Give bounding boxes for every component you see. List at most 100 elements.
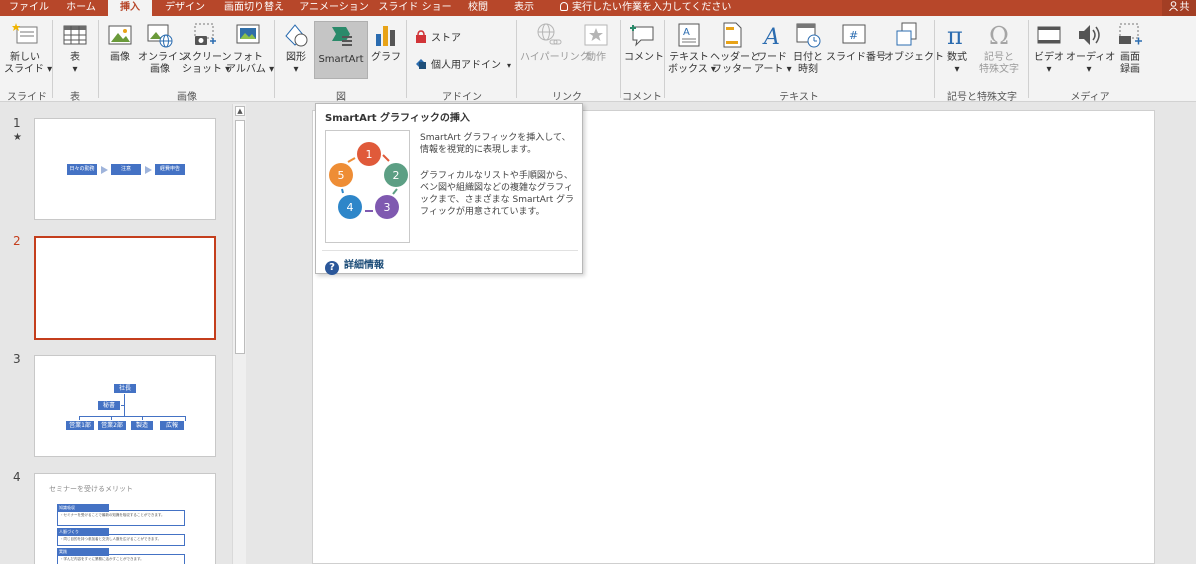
table-dropdown: ▾ [72, 64, 78, 75]
slide-thumbnail-1[interactable]: 日々の勤務 注意 経費申告 [34, 118, 216, 220]
share-button[interactable]: 共 [1162, 0, 1196, 16]
object-button[interactable]: オブジェクト [884, 20, 944, 64]
equation-button[interactable]: π 数式 ▾ [940, 20, 974, 76]
audio-label: オーディオ [1066, 52, 1116, 63]
online-pictures-label-1: オンライン [138, 52, 188, 63]
header-footer-label-1: ヘッダーと [710, 52, 760, 63]
audio-button[interactable]: オーディオ ▾ [1066, 20, 1116, 76]
group-separator [664, 20, 665, 98]
photo-album-label-1: フォト [233, 52, 263, 63]
hyperlink-button[interactable]: ハイパーリンク [520, 20, 590, 64]
textbox-icon: A [678, 23, 700, 47]
datetime-label-1: 日付と [793, 52, 823, 63]
pi-icon: π [947, 22, 963, 50]
pictures-button[interactable]: 画像 [104, 20, 136, 64]
thumbnail-scrollbar[interactable]: ▲ [232, 104, 246, 564]
store-icon [416, 30, 426, 43]
org-node-assistant: 秘書 [97, 400, 121, 411]
cycle-label-4: 4 [347, 201, 354, 214]
screen-recording-button[interactable]: 画面 録画 [1114, 20, 1146, 76]
chevron-down-icon: ▾ [507, 61, 512, 70]
smartart-button[interactable]: SmartArt [314, 21, 368, 79]
process-step-3: 経費申告 [155, 164, 185, 175]
scroll-up-arrow-icon[interactable]: ▲ [235, 106, 245, 116]
group-separator [1028, 20, 1029, 98]
tab-slideshow[interactable]: スライド ショー [376, 0, 454, 16]
wordart-label-1: ワード [757, 52, 787, 63]
comment-button[interactable]: コメント [624, 20, 664, 64]
hyperlink-label: ハイパーリンク [520, 52, 590, 63]
tab-insert[interactable]: 挿入 [108, 0, 152, 16]
wordart-icon: A [762, 25, 780, 50]
photo-album-button[interactable]: フォト アルバム ▾ [226, 20, 274, 76]
new-slide-button[interactable]: 新しい スライド ▾ [4, 20, 52, 76]
action-star-icon [584, 24, 608, 46]
textbox-button[interactable]: A テキスト ボックス ▾ [668, 20, 716, 76]
symbol-button[interactable]: Ω 記号と 特殊文字 [976, 20, 1022, 76]
ribbon-tab-bar: ファイル ホーム 挿入 デザイン 画面切り替え アニメーション スライド ショー… [0, 0, 1196, 16]
screenshot-label-2: ショット ▾ [182, 64, 231, 75]
datetime-button[interactable]: 日付と 時刻 [792, 20, 824, 76]
person-icon [1168, 1, 1178, 11]
datetime-label-2: 時刻 [798, 64, 818, 75]
tab-animations[interactable]: アニメーション [296, 0, 372, 16]
animation-star-icon: ★ [13, 132, 22, 143]
action-label: 動作 [586, 52, 606, 63]
slide-number-icon: # [842, 24, 866, 44]
svg-text:#: # [849, 29, 858, 42]
store-label: ストア [431, 33, 461, 44]
tell-me-box[interactable]: 実行したい作業を入力してください [560, 0, 731, 16]
tab-transitions[interactable]: 画面切り替え [216, 0, 292, 16]
my-addins-button[interactable]: 個人用アドイン ▾ [414, 57, 511, 75]
picture-icon [108, 25, 132, 45]
slide-thumbnail-2-selected[interactable] [34, 236, 216, 340]
smartart-icon [332, 27, 352, 46]
slide-number-label: スライド番号 [826, 52, 886, 63]
equation-dropdown: ▾ [954, 64, 960, 75]
tab-review[interactable]: 校閲 [458, 0, 498, 16]
tab-design[interactable]: デザイン [156, 0, 214, 16]
cycle-label-1: 1 [366, 148, 373, 161]
slide-thumbnail-3[interactable]: 社長 秘書 営業1部 営業2部 製造 広報 [34, 355, 216, 457]
org-node: 営業2部 [97, 420, 127, 431]
tell-me-more-link[interactable]: ? 詳細情報 [325, 256, 384, 275]
tab-home[interactable]: ホーム [56, 0, 106, 16]
tooltip-divider [322, 250, 578, 251]
chart-icon [376, 26, 395, 46]
shapes-button[interactable]: 図形 ▾ [280, 20, 312, 76]
screen-recording-icon [1119, 23, 1142, 45]
slide-number-1: 1 [13, 116, 21, 130]
slide4-item-body: ・セミナーを受けることで最新の知識を吸収することができます。 [57, 510, 185, 526]
share-label: 共 [1179, 2, 1190, 13]
pictures-label: 画像 [110, 52, 130, 63]
video-button[interactable]: ビデオ ▾ [1034, 20, 1064, 76]
process-arrow [145, 166, 152, 174]
smartart-cycle-preview: 1 2 3 4 5 [325, 130, 410, 243]
group-separator [934, 20, 935, 98]
chart-label: グラフ [371, 52, 401, 63]
table-button[interactable]: 表 ▾ [58, 20, 92, 76]
slide-number-3: 3 [13, 352, 21, 366]
header-footer-button[interactable]: ヘッダーと フッター [710, 20, 760, 76]
slide-number-button[interactable]: # スライド番号 [826, 20, 886, 64]
process-arrow [101, 166, 108, 174]
scrollbar-thumb[interactable] [235, 120, 245, 354]
lightbulb-icon [560, 2, 568, 11]
svg-text:A: A [683, 27, 690, 38]
group-label-media: メディア [1070, 92, 1110, 103]
speaker-icon [1079, 25, 1100, 45]
slide-thumbnail-4[interactable]: セミナーを受けるメリット 知識吸収 ・セミナーを受けることで最新の知識を吸収する… [34, 473, 216, 564]
tab-view[interactable]: 表示 [504, 0, 544, 16]
action-button[interactable]: 動作 [580, 20, 612, 64]
chart-button[interactable]: グラフ [370, 20, 402, 64]
org-connector [121, 405, 125, 406]
new-slide-label-1: 新しい [10, 52, 40, 63]
tab-file[interactable]: ファイル [4, 0, 54, 16]
online-pictures-button[interactable]: オンライン 画像 [138, 20, 188, 76]
wordart-button[interactable]: A ワード アート ▾ [754, 20, 792, 76]
store-button[interactable]: ストア [414, 30, 461, 48]
ribbon: 新しい スライド ▾ スライド 表 ▾ 表 画像 オンライン 画像 スクリーン … [0, 16, 1196, 103]
comment-label: コメント [624, 52, 664, 63]
group-label-symbols: 記号と特殊文字 [947, 92, 1017, 103]
screenshot-button[interactable]: スクリーン ショット ▾ [182, 20, 232, 76]
